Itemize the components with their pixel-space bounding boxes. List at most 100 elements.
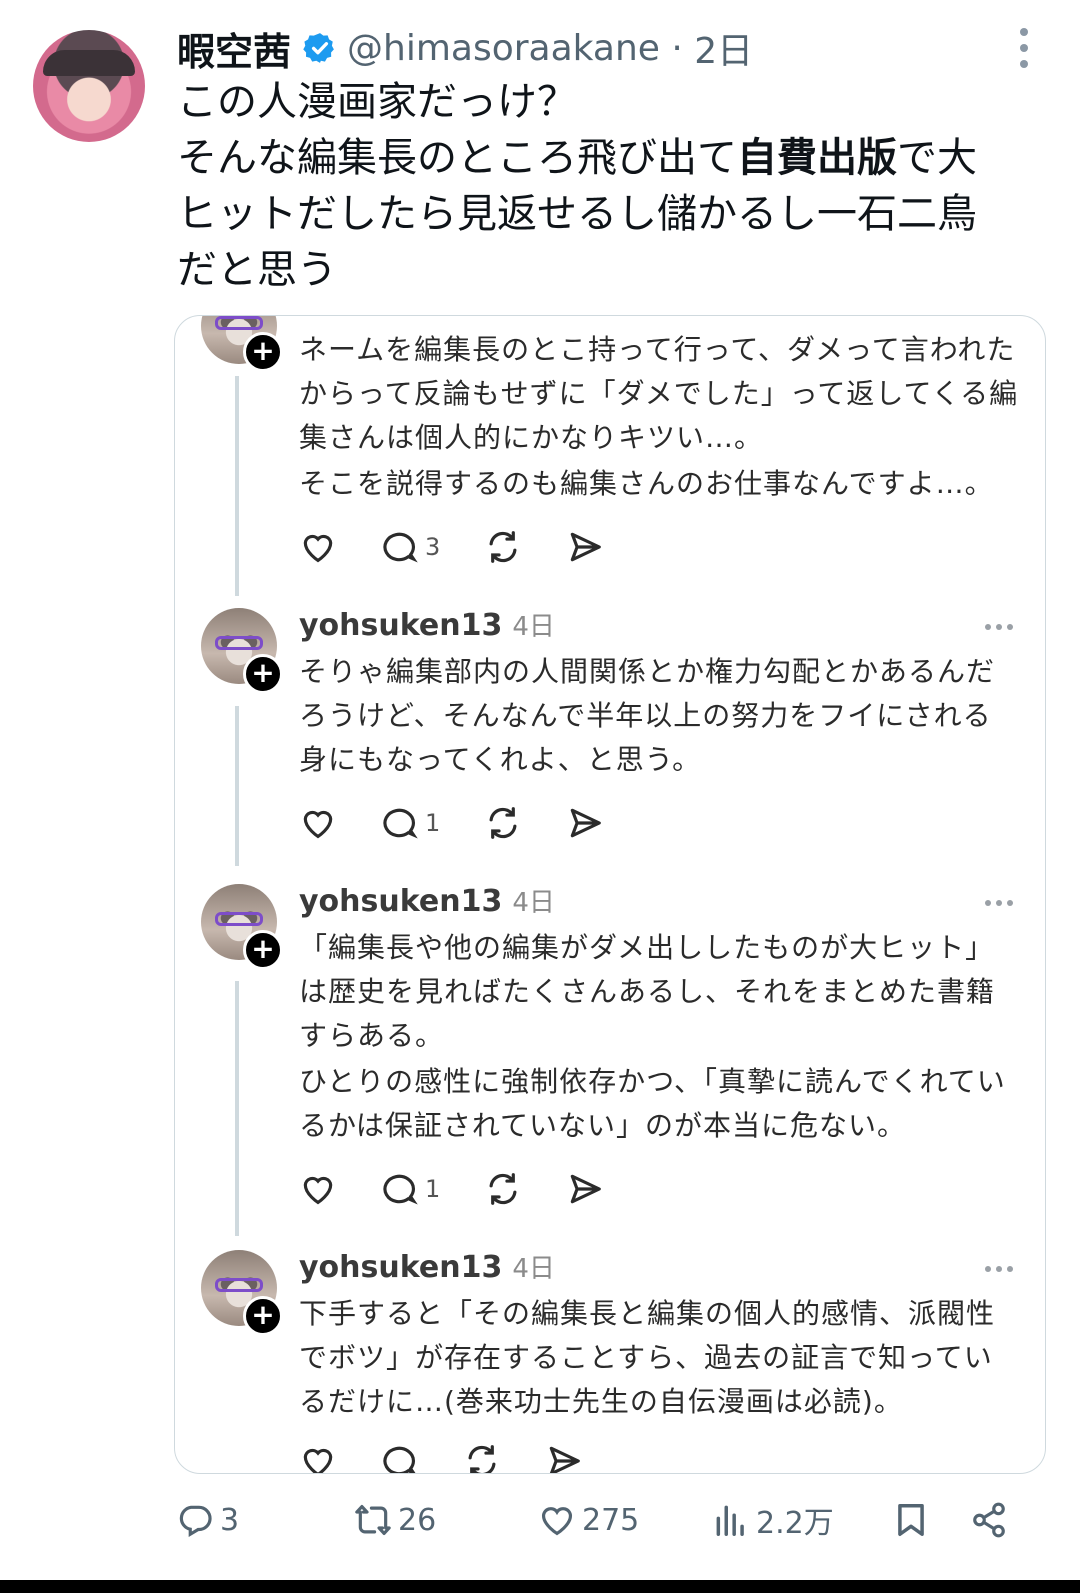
reply-time: 4日 bbox=[512, 612, 555, 642]
share-button[interactable] bbox=[970, 1480, 1008, 1560]
tweet-text-segment: で大 bbox=[897, 135, 977, 181]
reply-actions: 1 bbox=[299, 804, 648, 842]
reply-header: yohsuken13 4日 bbox=[299, 1248, 555, 1285]
share-send-icon bbox=[571, 532, 602, 562]
reply-text: 下手すると「その編集長と編集の個人的感情、派閥性でボツ」が存在することすら、過去… bbox=[299, 1292, 1019, 1424]
plus-icon[interactable]: + bbox=[243, 332, 283, 372]
more-horizontal-icon[interactable] bbox=[985, 900, 1013, 906]
repost-button[interactable] bbox=[484, 804, 522, 842]
repost-icon bbox=[468, 1445, 496, 1473]
like-button[interactable] bbox=[299, 1442, 337, 1473]
bookmark-button[interactable] bbox=[892, 1480, 930, 1560]
repost-icon bbox=[355, 1504, 391, 1536]
send-button[interactable] bbox=[566, 804, 604, 842]
comment-icon bbox=[383, 532, 418, 563]
tweet-text-segment: そんな編集長のところ飛び出て bbox=[177, 135, 737, 181]
author-avatar[interactable] bbox=[33, 30, 145, 142]
like-button[interactable]: 275 bbox=[538, 1480, 639, 1560]
more-horizontal-icon[interactable] bbox=[985, 1266, 1013, 1272]
reply-header: yohsuken13 4日 bbox=[299, 882, 555, 919]
repost-icon bbox=[489, 1173, 517, 1205]
comment-button[interactable]: 1 bbox=[381, 1170, 440, 1208]
heart-icon bbox=[303, 1176, 333, 1205]
tweet-header: 暇空茜 @himasoraakane · 2日 bbox=[177, 22, 753, 74]
comment-icon bbox=[179, 1505, 212, 1538]
reply-username[interactable]: yohsuken13 bbox=[299, 884, 502, 919]
comment-icon bbox=[383, 808, 418, 839]
repost-button[interactable] bbox=[463, 1442, 501, 1473]
thread-line bbox=[235, 376, 239, 596]
reply-time: 4日 bbox=[512, 1254, 555, 1284]
plus-icon[interactable]: + bbox=[243, 930, 283, 970]
verified-icon bbox=[303, 33, 334, 63]
repost-icon bbox=[489, 531, 517, 563]
tweet-line: だと思う bbox=[177, 247, 337, 293]
comment-button[interactable]: 3 bbox=[381, 528, 440, 566]
thread-line bbox=[235, 706, 239, 866]
heart-icon bbox=[303, 534, 333, 563]
more-horizontal-icon[interactable] bbox=[985, 624, 1013, 630]
tweet-time[interactable]: 2日 bbox=[694, 22, 753, 74]
reply-username[interactable]: yohsuken13 bbox=[299, 1250, 502, 1285]
like-count: 275 bbox=[582, 1502, 640, 1538]
comment-count: 1 bbox=[425, 1175, 441, 1203]
reply-paragraph: 下手すると「その編集長と編集の個人的感情、派閥性でボツ」が存在することすら、過去… bbox=[299, 1297, 996, 1418]
comment-button[interactable] bbox=[381, 1442, 419, 1473]
comment-icon bbox=[383, 1174, 418, 1205]
author-handle[interactable]: @himasoraakane bbox=[347, 28, 660, 69]
reply-actions: 3 bbox=[299, 528, 648, 566]
repost-button[interactable] bbox=[484, 528, 522, 566]
repost-count: 26 bbox=[398, 1502, 437, 1538]
reply-text: そりゃ編集部内の人間関係とか権力勾配とかあるんだろうけど、そんなんで半年以上の努… bbox=[299, 650, 1019, 782]
reply-paragraph: 「編集長や他の編集がダメ出ししたものが大ヒット」は歴史を見ればたくさんあるし、そ… bbox=[299, 931, 996, 1052]
author-name[interactable]: 暇空茜 bbox=[177, 21, 291, 76]
reply-text: ネームを編集長のとこ持って行って、ダメって言われたからって反論もせずに「ダメでし… bbox=[299, 328, 1019, 506]
comment-icon bbox=[383, 1446, 416, 1473]
reply-button[interactable]: 3 bbox=[176, 1480, 239, 1560]
reply-paragraph: ネームを編集長のとこ持って行って、ダメって言われたからって反論もせずに「ダメでし… bbox=[299, 333, 1019, 454]
heart-icon bbox=[303, 810, 333, 839]
reply-username[interactable]: yohsuken13 bbox=[299, 608, 502, 643]
plus-icon[interactable]: + bbox=[243, 1296, 283, 1336]
separator-dot: · bbox=[659, 27, 695, 69]
send-button[interactable] bbox=[545, 1442, 583, 1473]
more-vertical-icon[interactable] bbox=[1018, 28, 1030, 68]
repost-icon bbox=[489, 807, 517, 839]
views-button[interactable]: 2.2万 bbox=[712, 1480, 834, 1560]
share-send-icon bbox=[571, 1174, 602, 1204]
plus-icon[interactable]: + bbox=[243, 654, 283, 694]
repost-button[interactable]: 26 bbox=[354, 1480, 436, 1560]
like-button[interactable] bbox=[299, 1170, 337, 1208]
like-button[interactable] bbox=[299, 804, 337, 842]
tweet-line: この人漫画家だっけ？ bbox=[177, 79, 577, 125]
comment-button[interactable]: 1 bbox=[381, 804, 440, 842]
tweet-line: そんな編集長のところ飛び出て自費出版で大 bbox=[177, 130, 1037, 186]
like-button[interactable] bbox=[299, 528, 337, 566]
send-button[interactable] bbox=[566, 1170, 604, 1208]
comment-count: 1 bbox=[425, 809, 441, 837]
quoted-thread-card[interactable]: + ネームを編集長のとこ持って行って、ダメって言われたからって反論もせずに「ダメ… bbox=[174, 315, 1046, 1474]
thread-line bbox=[235, 981, 239, 1236]
reply-paragraph: そこを説得するのも編集さんのお仕事なんですよ…。 bbox=[299, 467, 994, 500]
bottom-edge bbox=[0, 1580, 1080, 1593]
reply-text: 「編集長や他の編集がダメ出ししたものが大ヒット」は歴史を見ればたくさんあるし、そ… bbox=[299, 926, 1019, 1148]
reply-time: 4日 bbox=[512, 888, 555, 918]
reply-paragraph: そりゃ編集部内の人間関係とか権力勾配とかあるんだろうけど、そんなんで半年以上の努… bbox=[299, 655, 996, 776]
view-count: 2.2万 bbox=[756, 1506, 834, 1541]
views-icon bbox=[716, 1505, 744, 1536]
share-send-icon bbox=[549, 1446, 580, 1473]
send-button[interactable] bbox=[566, 528, 604, 566]
share-icon bbox=[973, 1502, 1005, 1538]
reply-paragraph: ひとりの感性に強制依存かつ、「真摯に読んでくれているかは保証されていない」のが本… bbox=[299, 1065, 1006, 1142]
reply-count: 3 bbox=[220, 1502, 240, 1538]
heart-icon bbox=[303, 1448, 333, 1473]
tweet-action-bar: 3 26 275 2.2万 bbox=[0, 1480, 1080, 1560]
reply-header: yohsuken13 4日 bbox=[299, 606, 555, 643]
tweet-bold-text: 自費出版 bbox=[737, 135, 897, 181]
tweet-line: ヒットだしたら見返せるし儲かるし一石二鳥 bbox=[177, 191, 977, 237]
tweet-body: この人漫画家だっけ？ そんな編集長のところ飛び出て自費出版で大 ヒットだしたら見… bbox=[177, 74, 1037, 298]
reply-actions: 1 bbox=[299, 1170, 648, 1208]
bookmark-icon bbox=[898, 1504, 924, 1536]
heart-icon bbox=[541, 1507, 573, 1536]
repost-button[interactable] bbox=[484, 1170, 522, 1208]
